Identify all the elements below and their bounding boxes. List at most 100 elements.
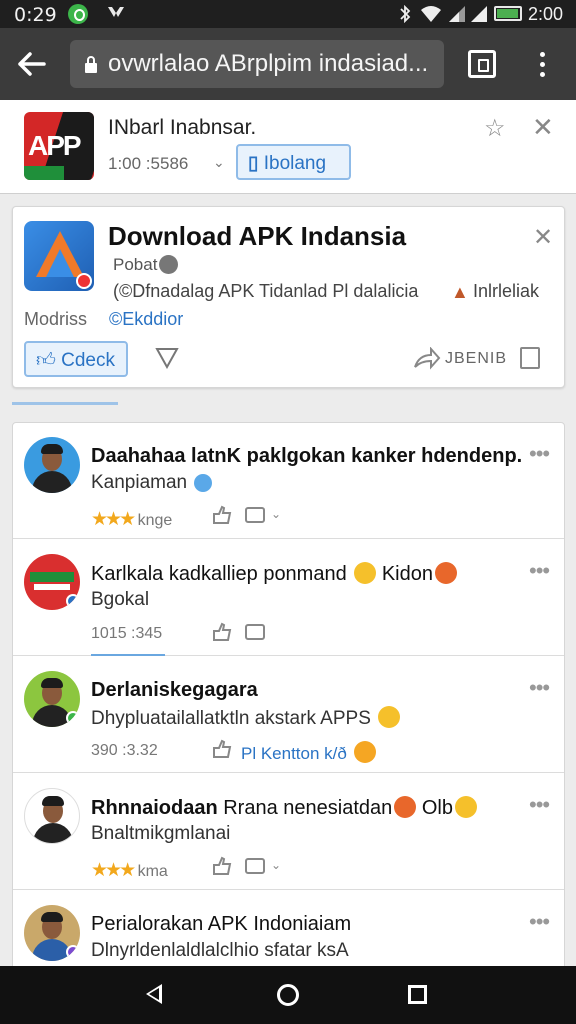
post-title-text: Daahahaa latnK paklgokan kanker hdendenp… [91, 445, 523, 467]
post-meta-text: kma [137, 863, 168, 880]
more-options-icon[interactable]: ••• [529, 441, 550, 467]
check-button[interactable]: 👍︎ Cdeck [24, 341, 128, 377]
browser-toolbar: ovwrlalao ABrplpim indasiad... [0, 28, 576, 100]
nav-home-icon[interactable] [277, 984, 299, 1006]
status-bar: 0:29 2:00 [0, 0, 576, 28]
post-meta: 1015 :345 [91, 625, 163, 642]
chevron-down-icon[interactable]: ⌄ [213, 154, 225, 171]
rating-stars: ★★★ [91, 860, 136, 881]
post-feed: Daahahaa latnK paklgokan kanker hdendenp… [12, 422, 565, 982]
post-subtitle: Dhypluatailallatktln akstark APPS [91, 706, 531, 730]
thumbs-up-icon[interactable] [211, 856, 233, 876]
banner-title: INbarl Inabnsar. [108, 116, 257, 139]
post-title: Derlaniskegagara [91, 679, 531, 702]
post-title-text: Perialorakan APK Indoniaiam [91, 913, 352, 935]
comment-icon[interactable] [245, 858, 265, 874]
notification-badge [76, 273, 92, 289]
thumbs-up-icon[interactable] [211, 739, 233, 759]
verified-badge-icon [66, 594, 80, 608]
wifi-icon [421, 6, 441, 22]
chevron-down-icon[interactable]: ⌄ [271, 507, 281, 521]
card-mod-label: Modriss [24, 309, 88, 329]
card-subtitle: Pobat [113, 255, 158, 274]
post-meta-text: knge [137, 512, 173, 529]
bookmark-icon[interactable] [520, 347, 540, 369]
post-title-tail: Kidon [381, 563, 433, 585]
active-indicator [91, 654, 165, 656]
verified-icon [159, 255, 178, 274]
thumbs-up-icon[interactable] [211, 622, 233, 642]
close-icon[interactable]: ✕ [532, 112, 554, 143]
bluetooth-icon [400, 5, 411, 23]
avatar[interactable] [24, 788, 80, 844]
nav-back-icon[interactable] [146, 984, 162, 1004]
emoji-icon [194, 474, 213, 492]
post-title: Perialorakan APK Indoniaiam [91, 913, 531, 936]
smile-emoji-icon [354, 562, 377, 584]
star-icon[interactable]: ☆ [484, 114, 506, 143]
notification-icon [68, 4, 88, 24]
card-title[interactable]: Download APK Indansia [108, 221, 406, 252]
app-logo-text: APP [28, 130, 82, 161]
list-item[interactable]: Karlkala kadkalliep ponmand Kidon Bgokal… [13, 540, 564, 656]
avatar[interactable] [24, 905, 80, 961]
system-nav-bar [0, 966, 576, 1024]
screen: 0:29 2:00 ovwrlalao ABrplpim indasiad...… [0, 0, 576, 1024]
rating-stars: ★★★ [91, 509, 136, 530]
post-title-rest: Rrana nenesiatdan [223, 797, 393, 819]
post-subtitle: Bnaltmikgmlanai [91, 823, 231, 844]
card-mod-link[interactable]: ©Ekddior [109, 309, 183, 330]
address-bar[interactable]: ovwrlalao ABrplpim indasiad... [70, 40, 444, 88]
list-item[interactable]: Derlaniskegagara Dhypluatailallatktln ak… [13, 657, 564, 773]
app-logo: APP [24, 112, 94, 180]
comment-icon[interactable] [245, 507, 265, 523]
battery-fill [497, 9, 518, 18]
fire-icon: ▲ [451, 282, 469, 302]
list-item[interactable]: Rhnnaiodaan Rrana nenesiatdan Olb Bnaltm… [13, 774, 564, 890]
avatar[interactable] [24, 671, 80, 727]
back-arrow-icon[interactable] [14, 46, 50, 82]
post-subtitle: Dlnyrldenlaldlalclhio sfatar ksA [91, 940, 349, 961]
featured-card: Download APK Indansia Pobat (©Dfnadalag … [12, 206, 565, 388]
chevron-down-icon[interactable]: ⌄ [271, 858, 281, 872]
thumbs-up-icon[interactable] [211, 505, 233, 525]
more-options-icon[interactable]: ••• [529, 558, 550, 584]
smile-emoji-icon [378, 706, 401, 728]
more-options-icon[interactable]: ••• [529, 792, 550, 818]
post-meta: ★★★ kma [91, 859, 168, 882]
avatar[interactable] [24, 554, 80, 610]
verified-badge-icon [66, 945, 80, 959]
post-subtitle: Bgokal [91, 589, 150, 610]
battery-icon [494, 6, 522, 21]
post-subtitle-text: Dhypluatailallatktln akstark APPS [91, 708, 371, 729]
nav-recents-icon[interactable] [408, 985, 427, 1004]
banner-action-label: Ibolang [263, 153, 327, 174]
more-options-icon[interactable]: ••• [529, 675, 550, 701]
post-title-text: Rhnnaiodaan [91, 797, 218, 819]
post-extra-link[interactable]: Pl Kentton k/ð [241, 741, 376, 764]
emoji-icon [435, 562, 457, 584]
banner-action-button[interactable]: ▯ Ibolang [236, 144, 351, 180]
signal-icon [471, 6, 487, 22]
list-item[interactable]: Daahahaa latnK paklgokan kanker hdendenp… [13, 423, 564, 539]
check-button-label: Cdeck [61, 350, 115, 371]
comment-icon[interactable] [245, 624, 265, 640]
post-title: Daahahaa latnK paklgokan kanker hdendenp… [91, 445, 531, 468]
tab-switcher-icon[interactable] [468, 50, 496, 78]
more-options-icon[interactable]: ••• [529, 909, 550, 935]
post-meta: 390 :3.32 [91, 742, 158, 759]
card-app-logo [24, 221, 94, 291]
filter-icon[interactable] [155, 347, 179, 369]
post-title: Rhnnaiodaan Rrana nenesiatdan Olb [91, 796, 531, 820]
emoji-icon [394, 796, 417, 818]
signal-icon [449, 6, 465, 22]
overflow-menu-icon[interactable] [532, 48, 552, 82]
share-icon[interactable] [413, 347, 441, 371]
banner-count: 1:00 :5586 [108, 154, 189, 173]
avatar[interactable] [24, 437, 80, 493]
close-icon[interactable]: ✕ [533, 223, 553, 252]
download-icon [108, 7, 124, 17]
lock-icon [85, 56, 97, 73]
edit-icon: ▯ [248, 153, 264, 174]
post-meta: ★★★ knge [91, 508, 172, 531]
